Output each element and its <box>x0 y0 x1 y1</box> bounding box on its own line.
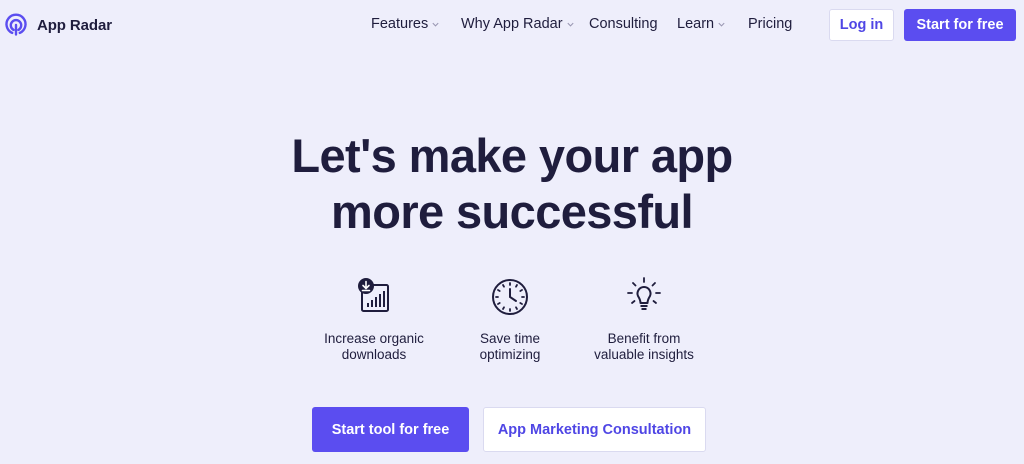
nav-item-label: Learn <box>677 16 715 32</box>
feature-label-line-1: Save time <box>479 331 541 346</box>
download-chart-icon <box>358 278 389 312</box>
nav-item-label: Features <box>371 16 429 32</box>
start-tool-for-free-button[interactable]: Start tool for free <box>312 407 469 452</box>
site-header: App Radar Features Why App Radar Consult… <box>0 0 1024 52</box>
nav-item-label: Why App Radar <box>461 16 563 32</box>
nav-item-features[interactable]: Features <box>371 16 440 32</box>
hero-title-line-1: Let's make your app <box>291 129 733 182</box>
nav-item-label: Pricing <box>748 16 793 32</box>
feature-label: Benefit from valuable insights <box>564 331 724 363</box>
chevron-down-icon <box>718 22 725 27</box>
feature-label-line-2: downloads <box>341 347 407 362</box>
chevron-down-icon <box>566 22 574 27</box>
feature-label-line-1: Increase organic <box>324 331 424 346</box>
nav-item-learn[interactable]: Learn <box>677 16 726 32</box>
nav-item-label: Consulting <box>589 16 658 32</box>
start-for-free-button[interactable]: Start for free <box>904 9 1016 41</box>
nav-item-pricing[interactable]: Pricing <box>748 16 792 32</box>
clock-icon <box>492 279 528 315</box>
login-button[interactable]: Log in <box>829 9 894 41</box>
nav-item-consulting[interactable]: Consulting <box>589 16 658 32</box>
feature-label-line-1: Benefit from <box>607 331 681 346</box>
feature-label-line-2: optimizing <box>479 347 541 362</box>
feature-benefit-insights: Benefit from valuable insights <box>564 276 724 363</box>
lightbulb-icon <box>627 277 661 310</box>
nav-item-why-app-radar[interactable]: Why App Radar <box>461 16 575 32</box>
hero-title: Let's make your app more successful <box>0 128 1024 240</box>
feature-label-line-2: valuable insights <box>594 347 694 362</box>
app-marketing-consultation-button[interactable]: App Marketing Consultation <box>483 407 706 452</box>
hero-title-line-2: more successful <box>331 185 694 238</box>
chevron-down-icon <box>432 22 439 27</box>
